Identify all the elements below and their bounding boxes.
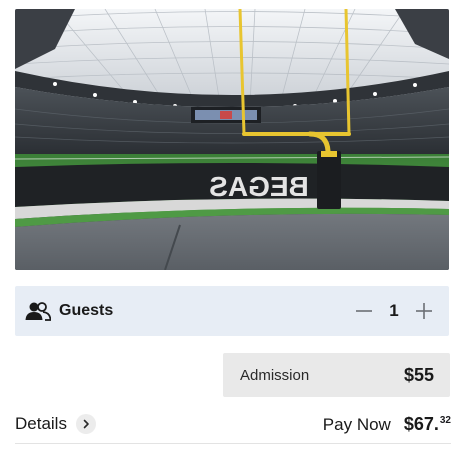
admission-price: $55 — [403, 364, 434, 385]
admission-line-item: Admission $55 — [223, 353, 450, 397]
booking-panel: BEGAS Guests 1 Admission $55 Details Pay… — [0, 0, 461, 456]
guests-selector: Guests 1 — [15, 286, 449, 336]
decrement-button[interactable] — [353, 300, 375, 322]
guest-quantity: 1 — [389, 301, 399, 320]
details-label: Details — [15, 414, 67, 433]
guests-label: Guests — [59, 302, 114, 319]
stadium-photo: BEGAS — [15, 9, 449, 270]
details-link[interactable]: Details — [15, 414, 96, 434]
total-cents: 32 — [439, 414, 451, 426]
minus-icon — [356, 310, 372, 312]
checkout-footer: Details Pay Now $67. 32 — [15, 407, 451, 441]
plus-icon — [416, 303, 432, 319]
people-icon — [25, 300, 51, 322]
divider — [15, 443, 451, 444]
chevron-right-icon — [75, 414, 96, 434]
stadium-image: BEGAS — [15, 9, 449, 270]
pay-now-total[interactable]: Pay Now $67. 32 — [323, 414, 451, 435]
pay-now-label: Pay Now — [322, 414, 391, 434]
total-amount: $67. — [403, 413, 439, 434]
end-zone-lettering: BEGAS — [209, 171, 309, 202]
guest-quantity-stepper: 1 — [353, 300, 435, 322]
increment-button[interactable] — [413, 300, 435, 322]
admission-label: Admission — [240, 366, 310, 384]
